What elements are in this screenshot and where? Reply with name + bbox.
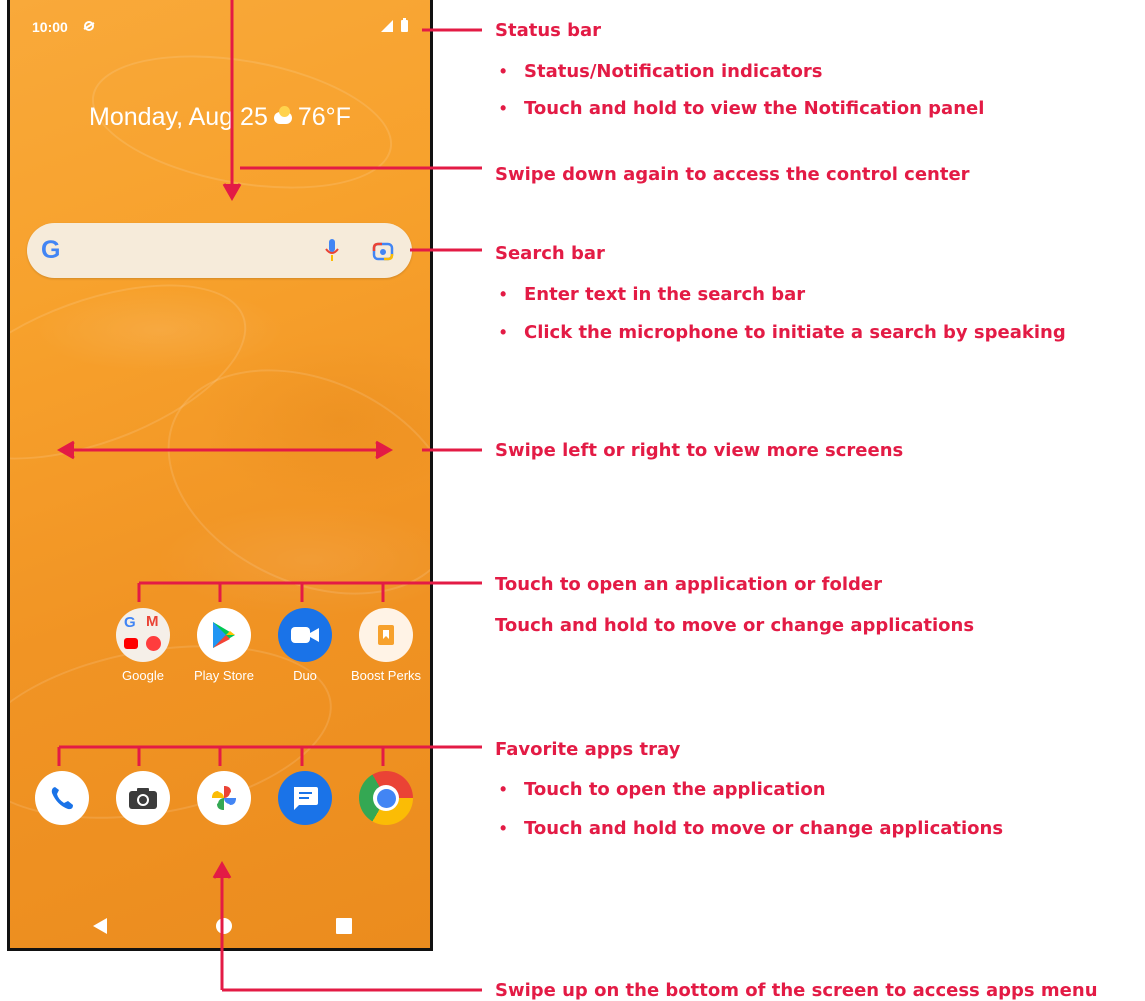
annotation-favorites-bullet-1: Touch to open the application: [524, 779, 826, 800]
home-icon[interactable]: [215, 917, 233, 935]
app-play-store[interactable]: Play Store: [184, 608, 264, 683]
bullet-dot: •: [500, 284, 507, 304]
date-weather-widget[interactable]: Monday, Aug 25 76°F: [10, 103, 430, 132]
annotation-control-center: Swipe down again to access the control c…: [495, 164, 970, 185]
bullet-dot: •: [500, 61, 507, 81]
app-boost-perks[interactable]: Boost Perks: [346, 608, 426, 683]
battery-icon: [401, 18, 408, 32]
status-time: 10:00: [32, 19, 68, 35]
camera-icon: [116, 771, 170, 825]
annotation-status-bullet-2: Touch and hold to view the Notification …: [524, 98, 985, 119]
annotation-status-bullet-1: Status/Notification indicators: [524, 61, 823, 82]
annotation-favorites-title: Favorite apps tray: [495, 739, 681, 760]
annotation-search-bullet-2: Click the microphone to initiate a searc…: [524, 322, 1066, 343]
bullet-dot: •: [500, 98, 507, 118]
tray-app-chrome[interactable]: [346, 771, 426, 825]
messages-icon: [278, 771, 332, 825]
annotation-more-screens: Swipe left or right to view more screens: [495, 440, 904, 461]
navigation-bar: [10, 900, 430, 948]
chrome-icon: [359, 771, 413, 825]
boost-perks-icon: [359, 608, 413, 662]
tray-app-messages[interactable]: [265, 771, 345, 825]
tray-app-camera[interactable]: [103, 771, 183, 825]
bullet-dot: •: [500, 779, 507, 799]
bullet-dot: •: [500, 322, 507, 342]
signal-icon: [381, 20, 393, 32]
app-label: Google: [122, 668, 164, 683]
bullet-dot: •: [500, 818, 507, 838]
play-store-icon: [197, 608, 251, 662]
app-label: Boost Perks: [350, 668, 422, 683]
microphone-icon[interactable]: [325, 239, 339, 263]
app-label: Duo: [293, 668, 317, 683]
app-duo[interactable]: Duo: [265, 608, 345, 683]
annotation-apps-line-1: Touch to open an application or folder: [495, 574, 882, 595]
status-bar[interactable]: 10:00: [10, 0, 430, 52]
camera-lens-icon[interactable]: [372, 240, 394, 262]
google-search-bar[interactable]: G: [27, 223, 412, 278]
phone-icon: [35, 771, 89, 825]
weather-cloud-sun-icon: [273, 106, 292, 125]
google-logo-icon: G: [41, 236, 61, 264]
annotation-favorites-bullet-2: Touch and hold to move or change applica…: [524, 818, 1004, 839]
recents-icon[interactable]: [336, 918, 352, 934]
temperature-text: 76°F: [297, 103, 351, 131]
phone-home-screen: 10:00 Monday, Aug 25 76°F G G M Google P…: [7, 0, 433, 951]
annotation-apps-menu: Swipe up on the bottom of the screen to …: [495, 980, 1098, 1001]
tray-app-phone[interactable]: [22, 771, 102, 825]
annotation-search-bar-title: Search bar: [495, 243, 605, 264]
app-label: Play Store: [194, 668, 254, 683]
google-folder-icon: G M: [116, 608, 170, 662]
no-sim-icon: [83, 21, 95, 31]
annotation-status-bar-title: Status bar: [495, 20, 602, 41]
annotation-search-bullet-1: Enter text in the search bar: [524, 284, 806, 305]
annotation-apps-line-2: Touch and hold to move or change applica…: [495, 615, 975, 636]
photos-icon: [197, 771, 251, 825]
app-google-folder[interactable]: G M Google: [103, 608, 183, 683]
duo-video-icon: [278, 608, 332, 662]
back-icon[interactable]: [92, 917, 108, 935]
tray-app-photos[interactable]: [184, 771, 264, 825]
date-text: Monday, Aug 25: [89, 103, 268, 131]
